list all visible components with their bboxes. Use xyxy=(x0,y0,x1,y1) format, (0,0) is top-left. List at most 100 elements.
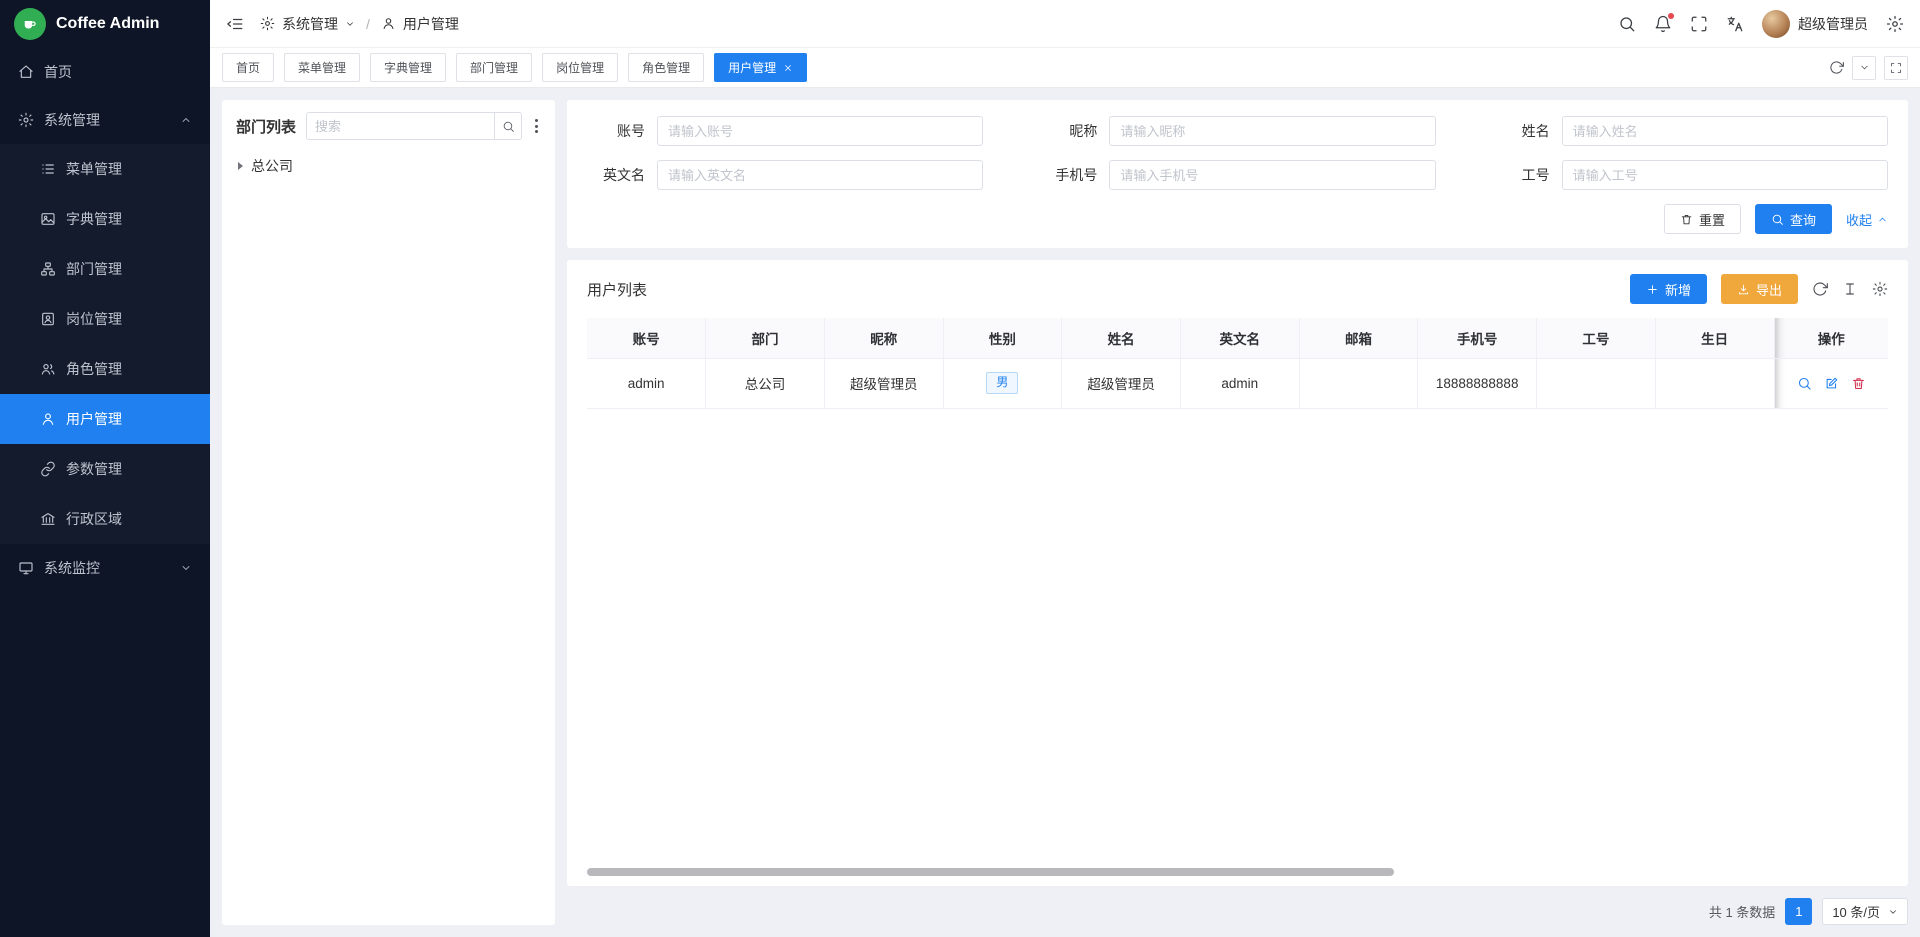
breadcrumb-level1[interactable]: 系统管理 xyxy=(282,14,338,34)
user-icon xyxy=(381,16,396,31)
field-label: 手机号 xyxy=(1039,165,1097,185)
sidebar-item-role-management[interactable]: 角色管理 xyxy=(0,344,210,394)
tree-caret-icon[interactable] xyxy=(238,162,243,170)
phone-input[interactable] xyxy=(1109,160,1435,190)
search-icon[interactable] xyxy=(1618,15,1636,33)
tab-label: 字典管理 xyxy=(384,59,432,76)
table-row[interactable]: admin 总公司 超级管理员 男 超级管理员 admin 1888888888… xyxy=(587,358,1888,408)
home-icon xyxy=(18,64,34,80)
settings-gear-icon[interactable] xyxy=(1886,15,1904,33)
sidebar-item-dept-management[interactable]: 部门管理 xyxy=(0,244,210,294)
table-header-row: 账号 部门 昵称 性别 姓名 英文名 邮箱 手机号 工号 生日 操作 xyxy=(587,318,1888,358)
filter-field-phone: 手机号 xyxy=(1039,160,1435,190)
department-search-input[interactable] xyxy=(307,113,494,139)
fullscreen-icon[interactable] xyxy=(1690,15,1708,33)
edit-icon[interactable] xyxy=(1824,376,1839,391)
sidebar-item-system-monitor[interactable]: 系统监控 xyxy=(0,544,210,592)
sidebar-item-region-management[interactable]: 行政区域 xyxy=(0,494,210,544)
pagination-total: 共 1 条数据 xyxy=(1709,902,1775,921)
add-user-button[interactable]: 新增 xyxy=(1630,274,1707,304)
breadcrumb-separator: / xyxy=(366,16,370,32)
name-input[interactable] xyxy=(1562,116,1888,146)
export-button-label: 导出 xyxy=(1756,280,1782,299)
tab-label: 角色管理 xyxy=(642,59,690,76)
coffee-logo-icon xyxy=(14,8,46,40)
user-list-header: 用户列表 新增 导出 xyxy=(587,274,1888,304)
field-label: 姓名 xyxy=(1492,121,1550,141)
translate-icon[interactable] xyxy=(1726,15,1744,33)
expand-icon xyxy=(1890,62,1902,74)
field-label: 昵称 xyxy=(1039,121,1097,141)
refresh-icon[interactable] xyxy=(1829,60,1844,75)
user-icon xyxy=(40,411,56,427)
column-header-gender: 性别 xyxy=(943,318,1062,358)
right-column: 账号 昵称 姓名 英文名 xyxy=(567,100,1908,925)
download-icon xyxy=(1737,283,1750,296)
user-table: 账号 部门 昵称 性别 姓名 英文名 邮箱 手机号 工号 生日 操作 xyxy=(587,318,1888,409)
tab-menu-management[interactable]: 菜单管理 xyxy=(284,53,360,82)
search-icon xyxy=(1771,213,1784,226)
content-fullscreen-button[interactable] xyxy=(1884,56,1908,80)
gender-tag: 男 xyxy=(986,372,1018,394)
user-menu[interactable]: 超级管理员 xyxy=(1762,10,1868,38)
sidebar-item-param-management[interactable]: 参数管理 xyxy=(0,444,210,494)
search-button[interactable]: 查询 xyxy=(1755,204,1832,234)
sidebar-item-menu-management[interactable]: 菜单管理 xyxy=(0,144,210,194)
account-input[interactable] xyxy=(657,116,983,146)
tree-node-label: 总公司 xyxy=(251,156,293,176)
tab-dept-management[interactable]: 部门管理 xyxy=(456,53,532,82)
breadcrumb-level2[interactable]: 用户管理 xyxy=(403,14,459,34)
sidebar-item-label: 角色管理 xyxy=(66,359,122,379)
add-button-label: 新增 xyxy=(1665,280,1691,299)
reset-button-label: 重置 xyxy=(1699,210,1725,229)
collapse-filters-link[interactable]: 收起 xyxy=(1846,210,1888,229)
sidebar-item-home[interactable]: 首页 xyxy=(0,48,210,96)
close-icon[interactable] xyxy=(783,63,793,73)
work-no-input[interactable] xyxy=(1562,160,1888,190)
tab-post-management[interactable]: 岗位管理 xyxy=(542,53,618,82)
column-settings-icon[interactable] xyxy=(1872,281,1888,297)
sidebar-item-post-management[interactable]: 岗位管理 xyxy=(0,294,210,344)
tab-role-management[interactable]: 角色管理 xyxy=(628,53,704,82)
sidebar-item-label: 岗位管理 xyxy=(66,309,122,329)
tree-node-head-office[interactable]: 总公司 xyxy=(236,154,541,178)
menu-fold-icon[interactable] xyxy=(226,15,244,33)
page-button-1[interactable]: 1 xyxy=(1785,898,1812,925)
reset-button[interactable]: 重置 xyxy=(1664,204,1741,234)
export-button[interactable]: 导出 xyxy=(1721,274,1798,304)
refresh-icon[interactable] xyxy=(1812,281,1828,297)
delete-icon[interactable] xyxy=(1851,376,1866,391)
system-management-submenu: 菜单管理 字典管理 部门管理 岗位管理 角色管理 用户管理 xyxy=(0,144,210,544)
top-header: 系统管理 / 用户管理 超级管理员 xyxy=(210,0,1920,48)
sidebar: Coffee Admin 首页 系统管理 菜单管理 字典管理 部门管理 xyxy=(0,0,210,937)
sidebar-menu: 首页 系统管理 菜单管理 字典管理 部门管理 岗位管理 xyxy=(0,48,210,937)
filter-field-work-no: 工号 xyxy=(1492,160,1888,190)
tab-dict-management[interactable]: 字典管理 xyxy=(370,53,446,82)
notification-button[interactable] xyxy=(1654,15,1672,33)
tab-home[interactable]: 首页 xyxy=(222,53,274,82)
en-name-input[interactable] xyxy=(657,160,983,190)
gear-icon xyxy=(18,112,34,128)
department-panel-title: 部门列表 xyxy=(236,116,296,137)
department-more-button[interactable] xyxy=(532,116,541,136)
username: 超级管理员 xyxy=(1798,14,1868,34)
row-height-icon[interactable] xyxy=(1842,281,1858,297)
page-size-select[interactable]: 10 条/页 xyxy=(1822,898,1908,925)
chevron-down-icon xyxy=(1859,62,1870,73)
column-header-operations: 操作 xyxy=(1774,318,1888,358)
department-search-button[interactable] xyxy=(494,113,521,139)
chevron-down-icon xyxy=(345,19,355,29)
dictionary-icon xyxy=(40,211,56,227)
tab-dropdown-button[interactable] xyxy=(1852,56,1876,80)
sidebar-item-dict-management[interactable]: 字典管理 xyxy=(0,194,210,244)
tab-label: 菜单管理 xyxy=(298,59,346,76)
sidebar-item-user-management[interactable]: 用户管理 xyxy=(0,394,210,444)
view-icon[interactable] xyxy=(1797,376,1812,391)
id-badge-icon xyxy=(40,311,56,327)
horizontal-scrollbar[interactable] xyxy=(587,868,1394,876)
filter-grid: 账号 昵称 姓名 英文名 xyxy=(587,116,1888,190)
sidebar-item-system-management[interactable]: 系统管理 xyxy=(0,96,210,144)
nickname-input[interactable] xyxy=(1109,116,1435,146)
tab-user-management[interactable]: 用户管理 xyxy=(714,53,807,82)
search-icon xyxy=(502,120,515,133)
